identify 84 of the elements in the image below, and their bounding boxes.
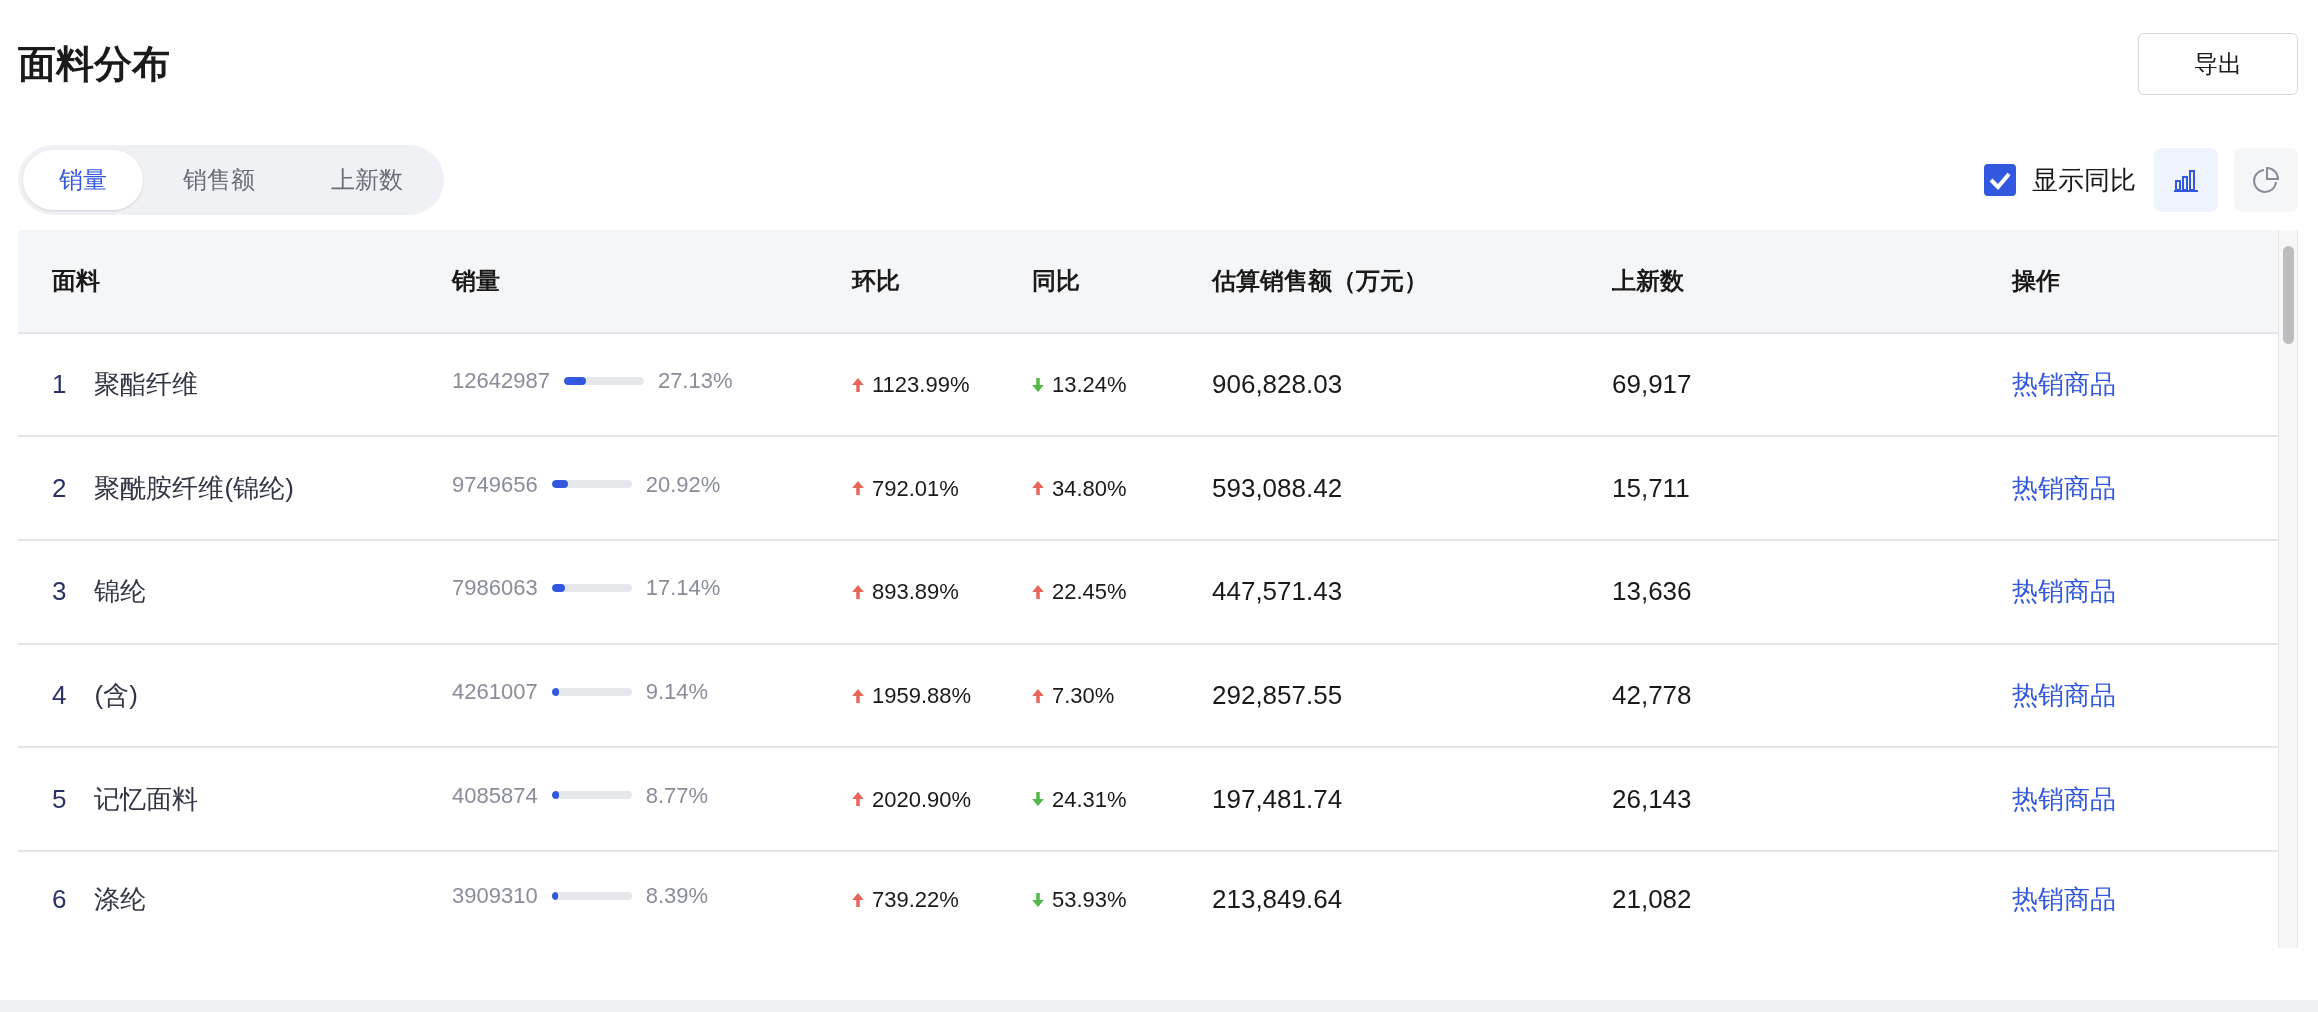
arrow-down-icon [1032,893,1044,907]
rank-number: 4 [52,679,67,712]
table-cell: 21,082 [1612,884,1692,915]
arrow-down-icon [1032,792,1044,807]
pie-chart-icon [2251,165,2281,195]
rank-number: 6 [52,883,67,917]
table-cell: 42,778 [1612,680,1692,710]
table-cell: 292,857.55 [1212,680,1343,710]
table-cell: 26,143 [1612,783,1692,814]
rank-number: 5 [52,782,67,816]
share-percent: 27.13% [657,367,733,395]
pie-view-button[interactable] [2234,148,2298,212]
arrow-up-icon [852,481,864,496]
table-cell: 213,849.64 [1212,884,1343,915]
change-value: 53.93% [1052,886,1127,915]
table-cell: 15,711 [1612,472,1690,503]
column-header: 操作 [2012,266,2060,294]
sales-count: 12642987 [452,367,550,395]
share-percent: 20.92% [645,470,721,499]
arrow-up-icon [1032,688,1044,703]
tab[interactable]: 上新数 [295,150,439,210]
change-value: 13.24% [1052,371,1127,399]
hot-products-link[interactable]: 热销商品 [2012,680,2116,710]
change-value: 7.30% [1052,682,1115,710]
sales-count: 4261007 [452,678,538,706]
arrow-up-icon [1032,481,1044,496]
share-percent: 8.77% [645,781,709,810]
arrow-up-icon [852,792,864,807]
arrow-up-icon [1032,584,1044,599]
column-header: 环比 [852,266,900,294]
fabric-name: 聚酯纤维 [94,368,199,401]
arrow-up-icon [852,377,864,392]
table-cell: 197,481.74 [1212,783,1343,814]
change-value: 792.01% [872,474,959,503]
table-cell: 69,917 [1612,369,1692,399]
column-header: 同比 [1032,266,1080,294]
sales-count: 7986063 [452,574,538,603]
hot-products-link[interactable]: 热销商品 [2012,576,2116,607]
hot-products-link[interactable]: 热销商品 [2012,369,2116,399]
rank-number: 2 [52,471,67,505]
column-header: 销量 [452,266,500,294]
table-cell: 906,828.03 [1212,369,1343,399]
change-value: 34.80% [1052,474,1127,503]
table-cell: 593,088.42 [1212,472,1343,503]
change-value: 1123.99% [872,371,970,399]
rank-number: 1 [52,368,67,401]
arrow-up-icon [852,688,864,703]
bar-view-button[interactable] [2154,148,2218,212]
sales-count: 3909310 [452,882,538,911]
change-value: 893.89% [872,578,959,607]
change-value: 2020.90% [872,785,972,814]
table-cell: 447,571.43 [1212,576,1343,607]
change-value: 739.22% [872,886,959,915]
change-value: 22.45% [1052,578,1127,607]
share-percent: 17.14% [645,574,721,603]
hot-products-link[interactable]: 热销商品 [2012,783,2116,814]
change-value: 24.31% [1052,785,1127,814]
fabric-name: 涤纶 [94,883,147,917]
fabric-name: (含) [94,679,138,712]
fabric-name: 锦纶 [94,575,147,609]
sales-count: 4085874 [452,781,538,810]
table-cell: 13,636 [1612,576,1692,607]
export-button[interactable]: 导出 [2138,33,2298,95]
tab[interactable]: 销量 [23,150,143,210]
arrow-up-icon [852,893,864,907]
fabric-name: 聚酰胺纤维(锦纶) [94,471,294,505]
column-header: 估算销售额（万元） [1212,266,1428,294]
arrow-up-icon [852,584,864,599]
change-value: 1959.88% [872,682,972,710]
rank-number: 3 [52,575,67,609]
share-percent: 9.14% [645,678,709,706]
checkbox[interactable] [1984,164,2016,196]
hot-products-link[interactable]: 热销商品 [2012,472,2116,503]
fabric-name: 记忆面料 [94,782,199,816]
share-percent: 8.39% [645,882,709,911]
page-title: 面料分布 [18,41,170,87]
column-header: 上新数 [1612,266,1684,294]
column-header: 面料 [52,266,100,294]
tab[interactable]: 销售额 [147,150,291,210]
sales-count: 9749656 [452,470,538,499]
hot-products-link[interactable]: 热销商品 [2012,884,2116,915]
arrow-down-icon [1032,377,1044,392]
scrollbar-thumb[interactable] [2282,246,2294,344]
checkbox-label: 显示同比 [2032,163,2136,197]
